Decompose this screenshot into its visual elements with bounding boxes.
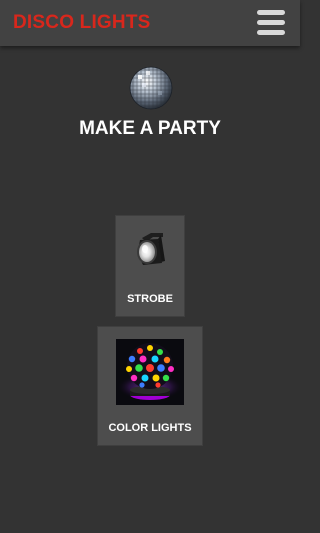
strobe-light-icon <box>137 233 165 265</box>
color-lights-mode-label: COLOR LIGHTS <box>108 422 192 434</box>
app-bar: DISCO LIGHTS <box>0 0 300 46</box>
strobe-mode-card[interactable]: STROBE <box>115 215 185 317</box>
disco-ball-icon <box>129 66 173 110</box>
color-disco-ball-icon <box>116 339 184 405</box>
hamburger-menu-icon-bar-top <box>257 10 285 15</box>
hamburger-menu-icon-bar-middle <box>257 20 285 25</box>
color-lights-mode-card[interactable]: COLOR LIGHTS <box>97 326 203 446</box>
menu-button[interactable] <box>252 6 290 40</box>
hamburger-menu-icon-bar-bottom <box>257 30 285 35</box>
hero-title: MAKE A PARTY <box>79 118 221 139</box>
strobe-mode-label: STROBE <box>127 293 173 305</box>
app-title: DISCO LIGHTS <box>13 12 151 33</box>
